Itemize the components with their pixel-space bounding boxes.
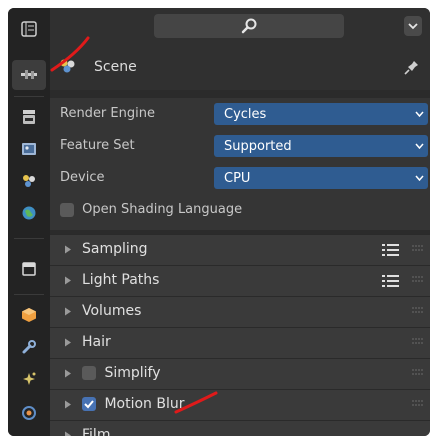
view-layer-tab-icon[interactable] xyxy=(12,166,46,196)
chevron-down-icon xyxy=(410,175,428,181)
checkmark-icon xyxy=(84,400,94,409)
panel-simplify[interactable]: Simplify xyxy=(50,358,430,389)
expand-triangle-icon xyxy=(65,307,71,316)
feature-set-label: Feature Set xyxy=(60,138,135,153)
device-dropdown[interactable]: CPU xyxy=(214,167,428,189)
osl-row: Open Shading Language xyxy=(50,194,430,230)
expand-triangle-icon xyxy=(65,338,71,347)
motion-blur-checkbox[interactable] xyxy=(82,397,96,411)
render-tab-icon[interactable] xyxy=(12,102,46,132)
drag-grip-icon[interactable] xyxy=(412,338,424,346)
pin-icon[interactable] xyxy=(404,59,420,75)
search-field[interactable] xyxy=(154,14,344,38)
header-bar xyxy=(50,8,430,46)
panel-label: Film xyxy=(82,427,111,436)
device-label: Device xyxy=(60,170,105,185)
panel-label: Hair xyxy=(82,334,111,350)
expand-triangle-icon xyxy=(65,369,71,378)
expand-triangle-icon xyxy=(65,400,71,409)
tool-tab-icon[interactable] xyxy=(12,60,46,90)
chevron-down-icon xyxy=(410,143,428,149)
annotation-arrow-icon xyxy=(50,36,90,72)
world-tab-icon[interactable] xyxy=(12,198,46,228)
drag-grip-icon[interactable] xyxy=(412,245,424,253)
feature-set-row: Feature Set Supported xyxy=(50,130,430,162)
properties-editor: Scene Render Engine Cycles Feature Set S… xyxy=(8,8,430,436)
drag-grip-icon[interactable] xyxy=(412,400,424,408)
modifier-tab-icon[interactable] xyxy=(12,332,46,362)
device-value: CPU xyxy=(224,170,251,186)
context-row: Scene xyxy=(50,46,430,90)
presets-list-icon[interactable] xyxy=(382,242,400,258)
osl-checkbox-box[interactable] xyxy=(60,202,74,217)
drag-grip-icon[interactable] xyxy=(412,369,424,377)
chevron-down-icon xyxy=(408,23,418,30)
panel-label-wrap: Simplify xyxy=(82,365,161,381)
editor-type-icon[interactable] xyxy=(12,14,46,44)
render-engine-label: Render Engine xyxy=(60,106,155,121)
object-tab-icon[interactable] xyxy=(12,300,46,330)
osl-checkbox[interactable]: Open Shading Language xyxy=(60,202,242,217)
osl-label: Open Shading Language xyxy=(82,202,243,217)
feature-set-value: Supported xyxy=(224,138,292,154)
search-icon xyxy=(241,18,257,34)
expand-triangle-icon xyxy=(65,245,71,254)
expand-triangle-icon xyxy=(65,276,71,285)
panel-label: Volumes xyxy=(82,303,142,319)
panel-sampling[interactable]: Sampling xyxy=(50,234,430,265)
render-engine-dropdown[interactable]: Cycles xyxy=(214,103,428,125)
presets-list-icon[interactable] xyxy=(382,273,400,289)
render-engine-row: Render Engine Cycles xyxy=(50,98,430,130)
device-row: Device CPU xyxy=(50,162,430,194)
render-engine-value: Cycles xyxy=(224,106,267,122)
panel-label: Simplify xyxy=(104,365,161,381)
physics-tab-icon[interactable] xyxy=(12,398,46,428)
panel-film[interactable]: Film xyxy=(50,420,430,436)
panel-light-paths[interactable]: Light Paths xyxy=(50,265,430,296)
panel-volumes[interactable]: Volumes xyxy=(50,296,430,327)
panel-motion-blur[interactable]: Motion Blur xyxy=(50,389,430,420)
panel-label: Light Paths xyxy=(82,272,160,288)
feature-set-dropdown[interactable]: Supported xyxy=(214,135,428,157)
context-label: Scene xyxy=(94,59,137,75)
panel-label: Sampling xyxy=(82,241,148,257)
panel-label-wrap: Motion Blur xyxy=(82,396,185,412)
collection-tab-icon[interactable] xyxy=(12,254,46,284)
chevron-down-icon xyxy=(410,111,428,117)
drag-grip-icon[interactable] xyxy=(412,276,424,284)
panel-hair[interactable]: Hair xyxy=(50,327,430,358)
options-dropdown[interactable] xyxy=(404,16,422,36)
tab-column xyxy=(8,8,50,436)
particles-tab-icon[interactable] xyxy=(12,364,46,394)
expand-triangle-icon xyxy=(65,431,71,436)
simplify-checkbox[interactable] xyxy=(82,366,96,380)
annotation-arrow-icon xyxy=(174,391,218,414)
drag-grip-icon[interactable] xyxy=(412,307,424,315)
output-tab-icon[interactable] xyxy=(12,134,46,164)
